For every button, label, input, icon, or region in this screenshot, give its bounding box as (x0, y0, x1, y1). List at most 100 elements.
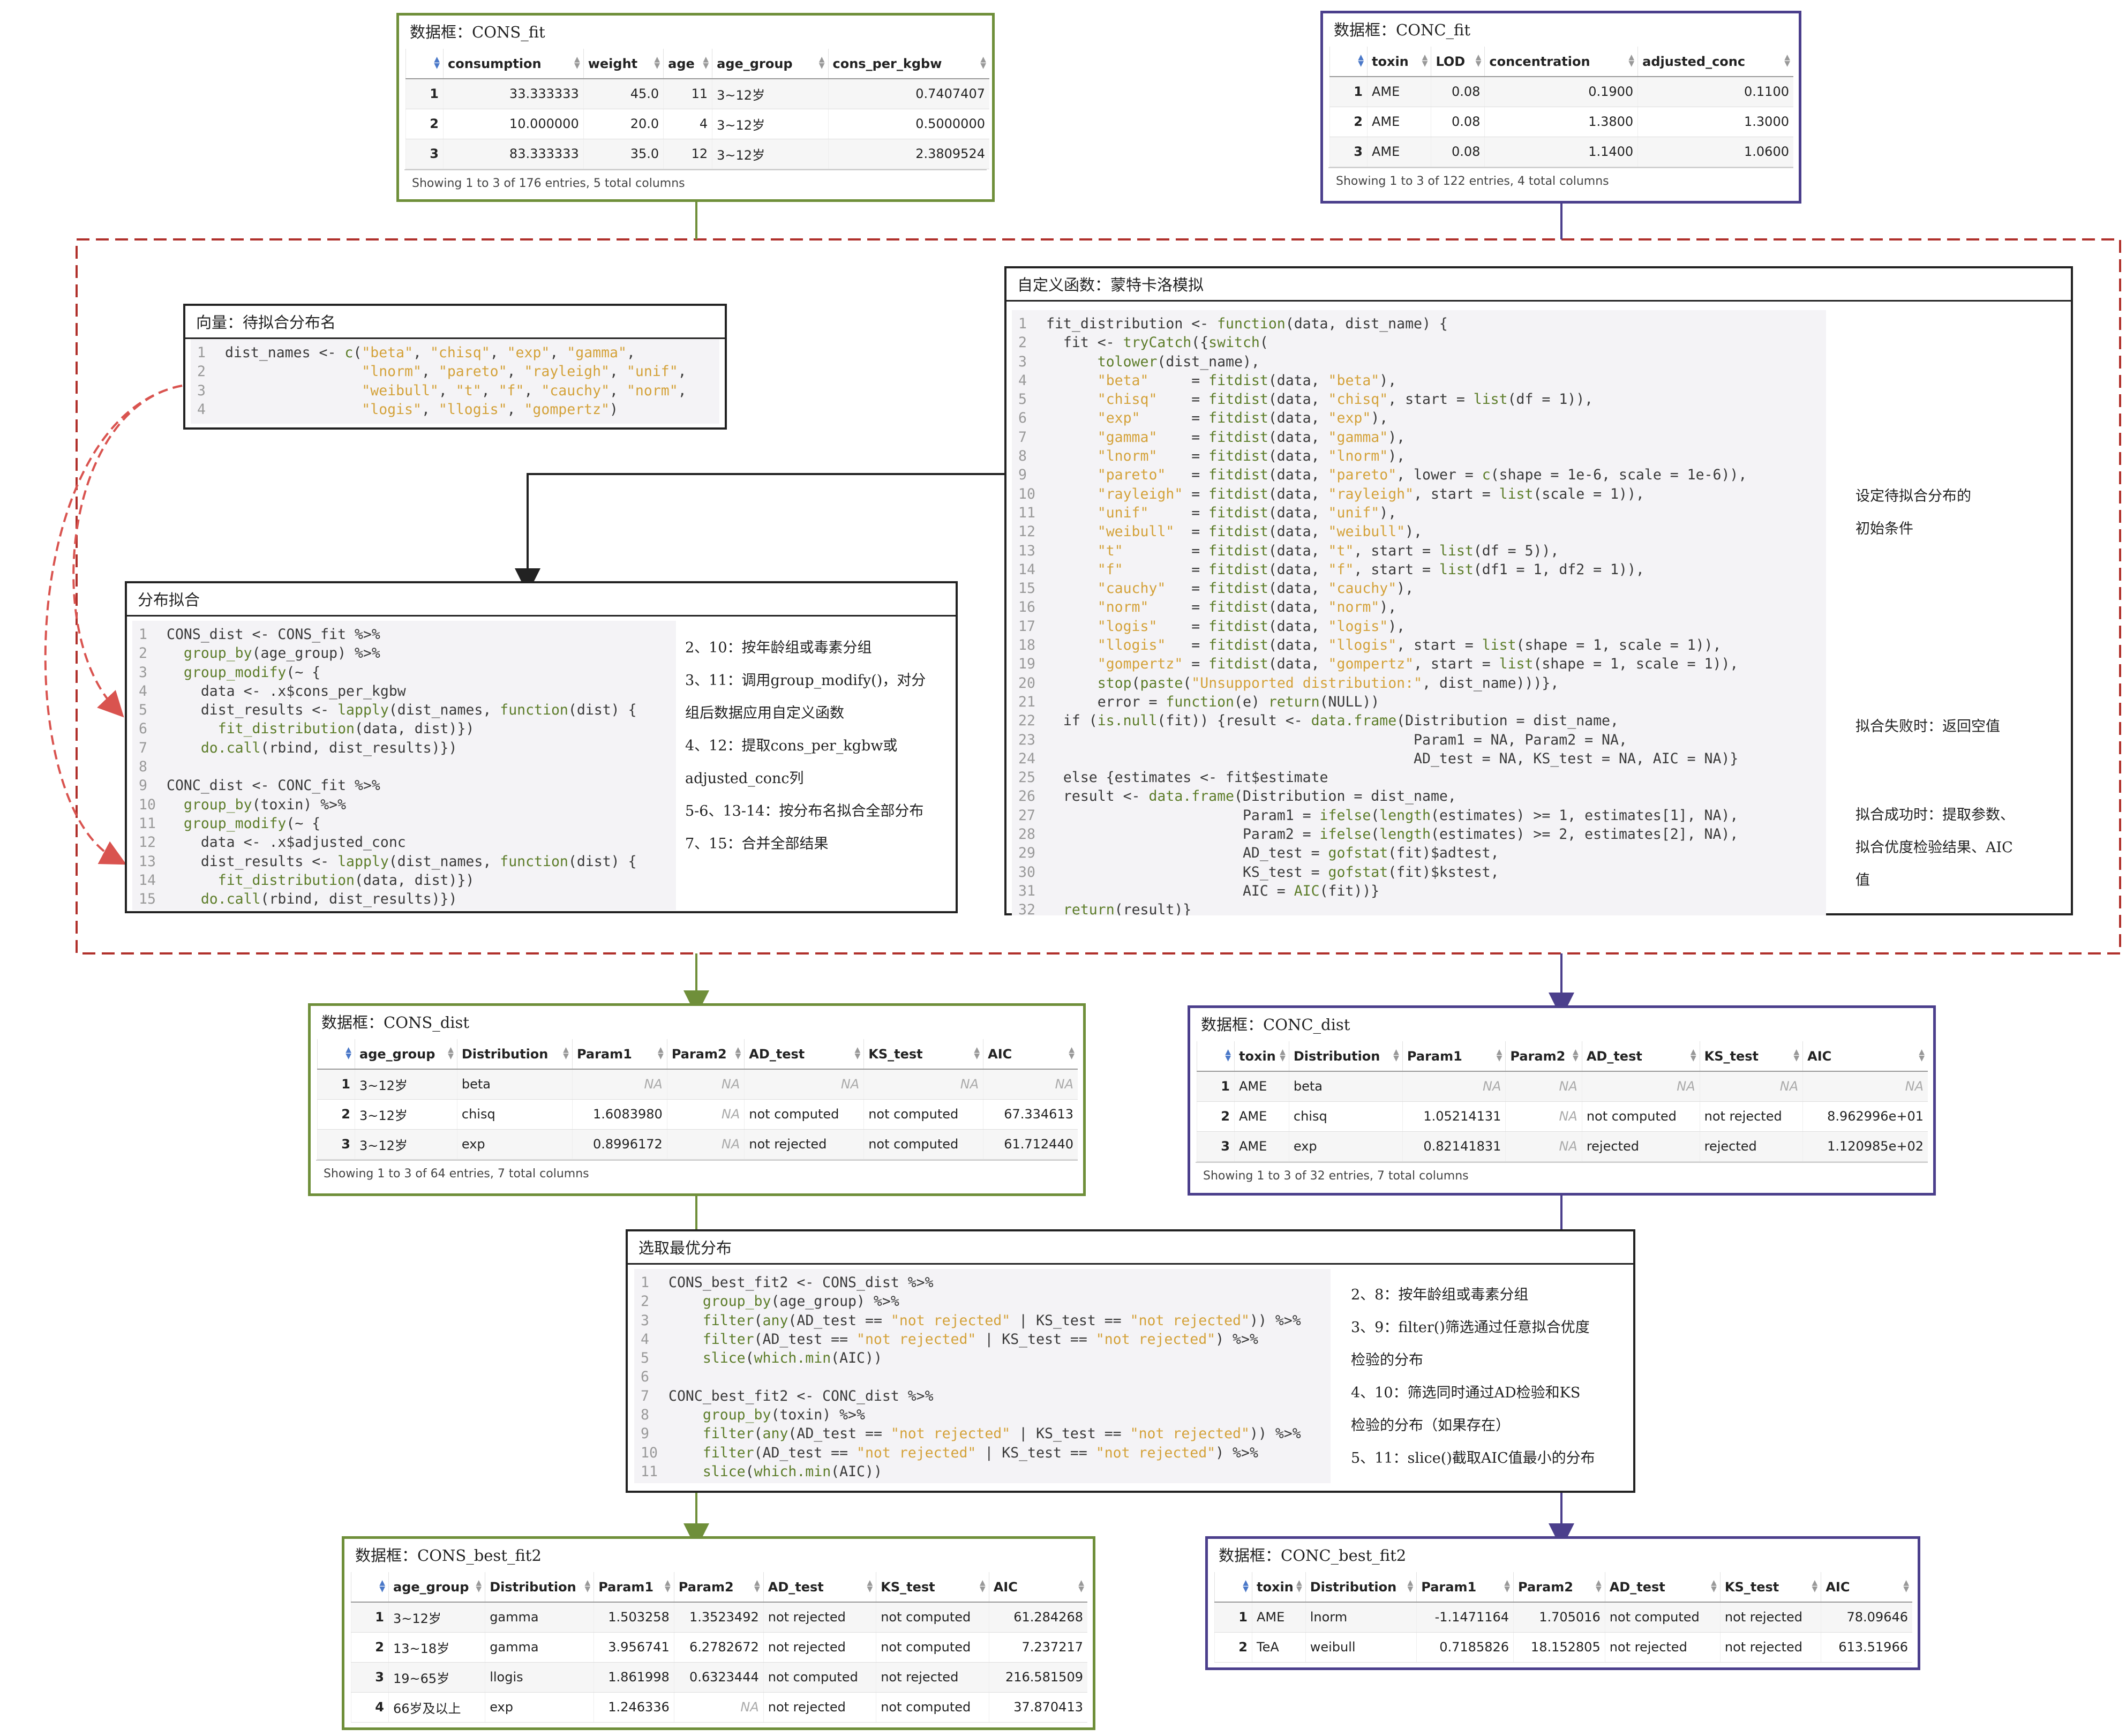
sort-arrows-icon[interactable]: ▲ ▼ (867, 1579, 873, 1593)
sort-arrows-icon[interactable]: ▲ ▼ (1711, 1579, 1717, 1593)
sort-arrows-icon[interactable]: ▲ ▼ (854, 1046, 860, 1060)
column-header[interactable]: cons_per_kgbw ▲ ▼ (828, 49, 989, 79)
sort-arrows-icon[interactable]: ▲ ▼ (1573, 1048, 1579, 1062)
sort-arrows-icon[interactable]: ▲ ▼ (434, 56, 440, 70)
column-header[interactable]: toxin ▲ ▼ (1366, 47, 1431, 77)
column-header[interactable]: Param2 ▲ ▼ (1505, 1041, 1582, 1072)
sort-arrows-icon[interactable]: ▲ ▼ (1358, 54, 1364, 67)
sort-arrows-icon[interactable]: ▲ ▼ (584, 1579, 590, 1593)
data-table[interactable]: ▲ ▼ consumption ▲ ▼ weight ▲ ▼ age ▲ ▼ age_group ▲ ▼ c… (405, 49, 989, 169)
column-header[interactable]: AD_test ▲ ▼ (763, 1572, 876, 1603)
sort-arrows-icon[interactable]: ▲ ▼ (703, 56, 709, 70)
column-header[interactable]: Param2 ▲ ▼ (1513, 1572, 1605, 1603)
sort-arrows-icon[interactable]: ▲ ▼ (476, 1579, 482, 1593)
column-header[interactable]: age ▲ ▼ (663, 49, 712, 79)
column-header[interactable]: AD_test ▲ ▼ (1604, 1572, 1721, 1603)
data-table[interactable]: ▲ ▼ toxin ▲ ▼ LOD ▲ ▼ concentration ▲ ▼ adjusted_co… (1329, 47, 1793, 167)
column-header[interactable]: concentration ▲ ▼ (1484, 47, 1638, 77)
sort-arrows-icon[interactable]: ▲ ▼ (980, 1579, 986, 1593)
data-table[interactable]: ▲ ▼ toxin ▲ ▼ Distribution ▲ ▼ Param1 ▲ ▼ Param2 ▲ ▼ A… (1214, 1572, 1912, 1663)
line-number: 7 (1018, 429, 1027, 446)
column-header[interactable]: ▲ ▼ (405, 49, 444, 79)
sort-arrows-icon[interactable]: ▲ ▼ (1903, 1579, 1909, 1593)
column-header[interactable]: Param1 ▲ ▼ (1416, 1572, 1514, 1603)
sort-arrows-icon[interactable]: ▲ ▼ (819, 56, 825, 70)
sort-arrows-icon[interactable]: ▲ ▼ (345, 1046, 351, 1060)
sort-arrows-icon[interactable]: ▲ ▼ (1069, 1046, 1075, 1060)
sort-arrows-icon[interactable]: ▲ ▼ (1497, 1048, 1503, 1062)
sort-arrows-icon[interactable]: ▲ ▼ (980, 56, 986, 70)
sort-arrows-icon[interactable]: ▲ ▼ (1793, 1048, 1799, 1062)
column-header[interactable]: Distribution ▲ ▼ (456, 1039, 573, 1070)
data-table[interactable]: ▲ ▼ toxin ▲ ▼ Distribution ▲ ▼ Param1 ▲ ▼ Param2 ▲ ▼ A… (1197, 1041, 1928, 1162)
column-header[interactable]: AD_test ▲ ▼ (744, 1039, 864, 1070)
column-header[interactable]: Distribution ▲ ▼ (485, 1572, 594, 1603)
column-header[interactable]: AIC ▲ ▼ (1802, 1041, 1928, 1072)
sort-arrows-icon[interactable]: ▲ ▼ (563, 1046, 569, 1060)
column-header[interactable]: Param1 ▲ ▼ (594, 1572, 674, 1603)
sort-arrows-icon[interactable]: ▲ ▼ (654, 56, 660, 70)
column-header[interactable]: LOD ▲ ▼ (1431, 47, 1485, 77)
sort-arrows-icon[interactable]: ▲ ▼ (1296, 1579, 1302, 1593)
sort-arrows-icon[interactable]: ▲ ▼ (1596, 1579, 1602, 1593)
column-header[interactable]: ▲ ▼ (1214, 1572, 1252, 1603)
column-header[interactable]: ▲ ▼ (1197, 1041, 1235, 1072)
column-header[interactable]: age_group ▲ ▼ (355, 1039, 457, 1070)
sort-arrows-icon[interactable]: ▲ ▼ (974, 1046, 980, 1060)
sort-arrows-icon[interactable]: ▲ ▼ (1280, 1048, 1286, 1062)
column-header[interactable]: Param1 ▲ ▼ (1402, 1041, 1506, 1072)
sort-arrows-icon[interactable]: ▲ ▼ (665, 1579, 671, 1593)
column-header[interactable]: weight ▲ ▼ (583, 49, 664, 79)
column-header[interactable]: Param2 ▲ ▼ (673, 1572, 764, 1603)
sort-arrows-icon[interactable]: ▲ ▼ (574, 56, 580, 70)
sort-arrows-icon[interactable]: ▲ ▼ (1393, 1048, 1399, 1062)
table-cell: 3~12岁 (355, 1069, 457, 1100)
column-header[interactable]: Param1 ▲ ▼ (572, 1039, 667, 1070)
column-header[interactable]: AIC ▲ ▼ (988, 1572, 1087, 1603)
sort-arrows-icon[interactable]: ▲ ▼ (1628, 54, 1634, 67)
column-header[interactable]: KS_test ▲ ▼ (863, 1039, 983, 1070)
column-header[interactable]: toxin ▲ ▼ (1234, 1041, 1289, 1072)
column-header[interactable]: KS_test ▲ ▼ (1699, 1041, 1803, 1072)
code-text: "logis", "llogis", "gompertz") (362, 401, 618, 418)
column-header[interactable]: age_group ▲ ▼ (712, 49, 828, 79)
column-header[interactable]: age_group ▲ ▼ (388, 1572, 485, 1603)
column-header[interactable]: toxin ▲ ▼ (1252, 1572, 1306, 1603)
column-header[interactable]: ▲ ▼ (317, 1039, 355, 1070)
code-line: 1 CONS_dist <- CONS_fit %>% (139, 625, 676, 644)
column-header[interactable]: Param2 ▲ ▼ (666, 1039, 745, 1070)
sort-arrows-icon[interactable]: ▲ ▼ (1919, 1048, 1925, 1062)
sort-arrows-icon[interactable]: ▲ ▼ (1812, 1579, 1818, 1593)
column-header[interactable]: Distribution ▲ ▼ (1288, 1041, 1403, 1072)
sort-arrows-icon[interactable]: ▲ ▼ (1078, 1579, 1084, 1593)
sort-arrows-icon[interactable]: ▲ ▼ (754, 1579, 760, 1593)
sort-arrows-icon[interactable]: ▲ ▼ (1243, 1579, 1249, 1593)
sort-arrows-icon[interactable]: ▲ ▼ (1422, 54, 1428, 67)
column-header[interactable]: consumption ▲ ▼ (443, 49, 584, 79)
sort-arrows-icon[interactable]: ▲ ▼ (1476, 54, 1482, 67)
column-header[interactable]: AD_test ▲ ▼ (1581, 1041, 1700, 1072)
sort-arrows-icon[interactable]: ▲ ▼ (1408, 1579, 1414, 1593)
column-header[interactable]: ▲ ▼ (1329, 47, 1368, 77)
line-number: 17 (1018, 618, 1035, 635)
column-header[interactable]: AIC ▲ ▼ (983, 1039, 1078, 1070)
sort-arrows-icon[interactable]: ▲ ▼ (658, 1046, 664, 1060)
column-header[interactable]: KS_test ▲ ▼ (876, 1572, 989, 1603)
column-label: adjusted_conc (1642, 54, 1746, 69)
data-table[interactable]: ▲ ▼ age_group ▲ ▼ Distribution ▲ ▼ Param1 ▲ ▼ Param… (351, 1572, 1087, 1723)
sort-arrows-icon[interactable]: ▲ ▼ (1784, 54, 1790, 67)
sort-arrows-icon[interactable]: ▲ ▼ (1225, 1048, 1231, 1062)
line-number: 3 (197, 382, 206, 399)
column-header[interactable]: KS_test ▲ ▼ (1719, 1572, 1821, 1603)
sort-arrows-icon[interactable]: ▲ ▼ (448, 1046, 454, 1060)
column-header[interactable]: adjusted_conc ▲ ▼ (1637, 47, 1793, 77)
code-text: data <- .x$adjusted_conc (167, 834, 406, 851)
data-table[interactable]: ▲ ▼ age_group ▲ ▼ Distribution ▲ ▼ Param1 ▲ ▼ Param… (317, 1039, 1078, 1160)
sort-arrows-icon[interactable]: ▲ ▼ (1504, 1579, 1510, 1593)
column-header[interactable]: Distribution ▲ ▼ (1305, 1572, 1417, 1603)
column-header[interactable]: AIC ▲ ▼ (1821, 1572, 1912, 1603)
sort-arrows-icon[interactable]: ▲ ▼ (735, 1046, 741, 1060)
sort-arrows-icon[interactable]: ▲ ▼ (1691, 1048, 1696, 1062)
sort-arrows-icon[interactable]: ▲ ▼ (379, 1579, 385, 1593)
column-header[interactable]: ▲ ▼ (351, 1572, 389, 1603)
